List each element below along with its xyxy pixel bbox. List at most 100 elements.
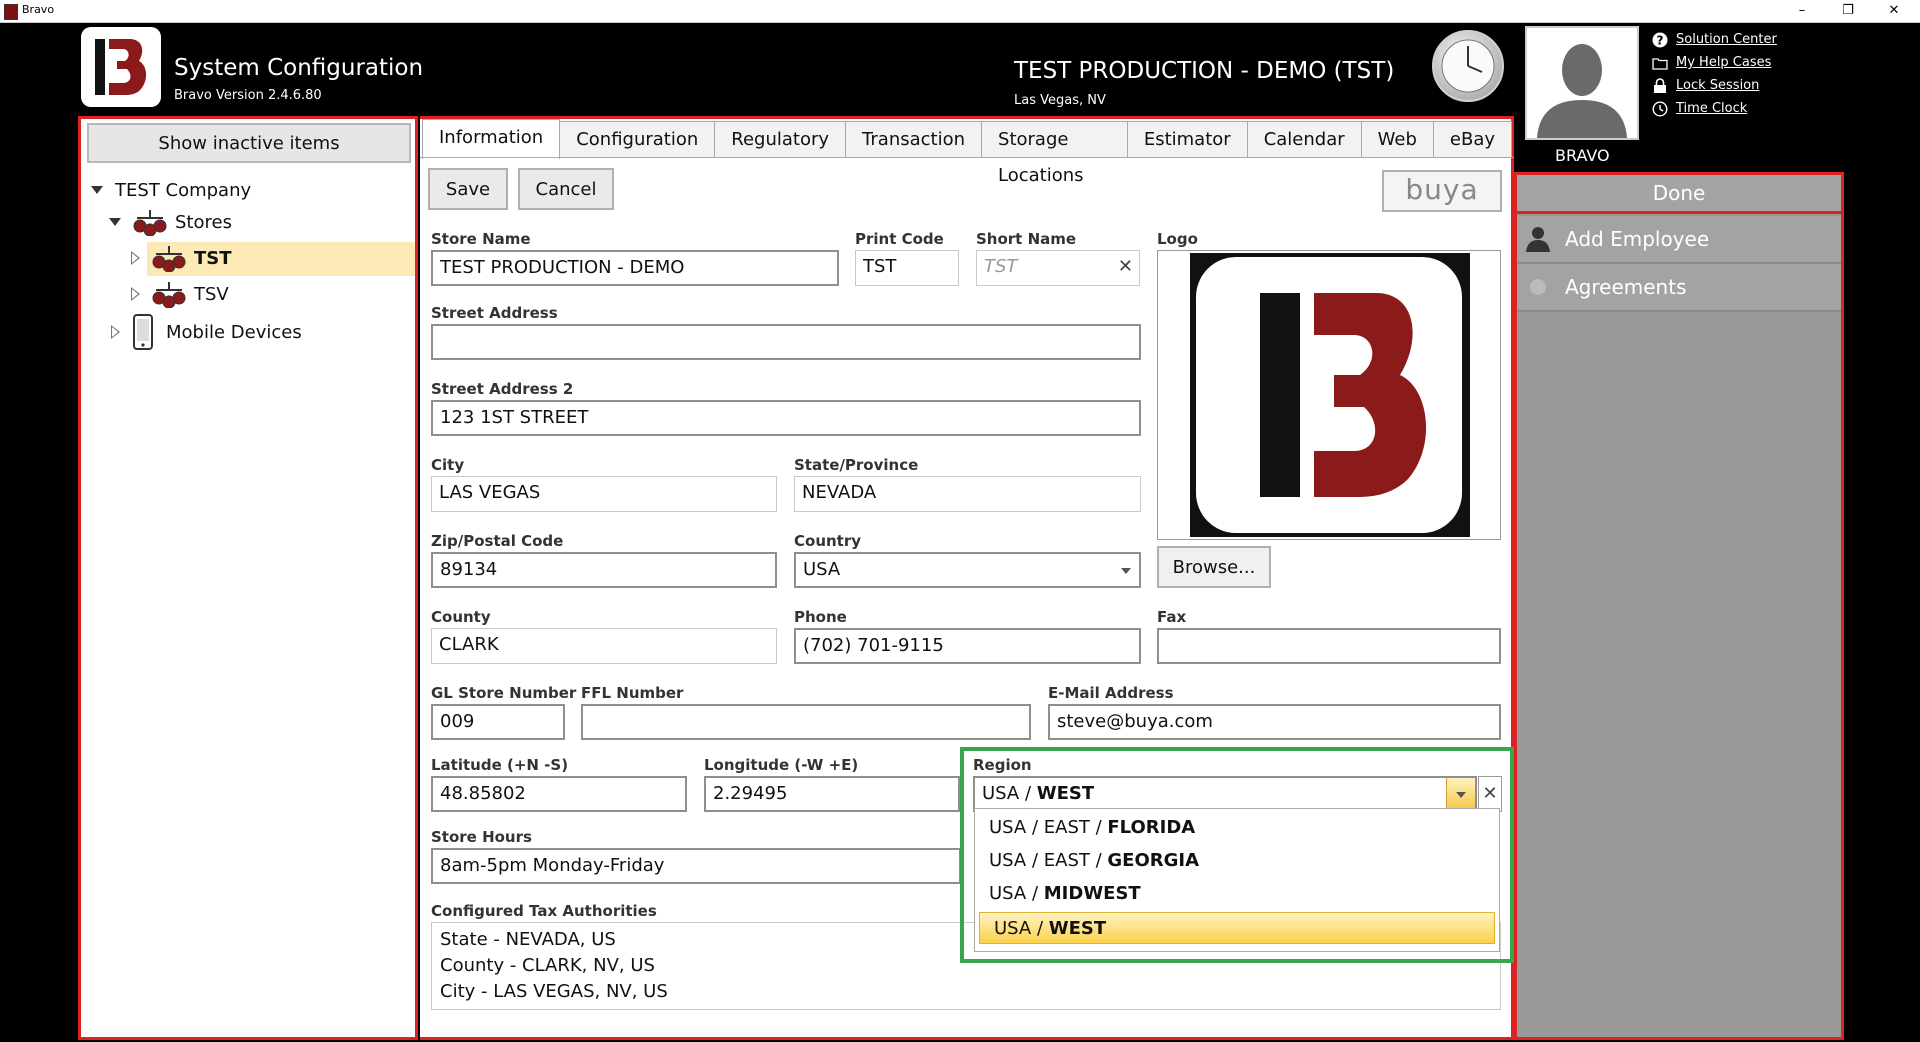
agreements-label: Agreements — [1565, 275, 1687, 299]
latitude-input[interactable]: 48.85802 — [431, 776, 687, 812]
actions-panel: Add Employee Agreements — [1514, 172, 1844, 1040]
agreements-button[interactable]: Agreements — [1517, 264, 1841, 312]
chevron-down-icon[interactable] — [1121, 568, 1131, 574]
zip-input[interactable]: 89134 — [431, 552, 777, 588]
time-clock-link[interactable]: Time Clock — [1652, 97, 1777, 120]
tab-transaction[interactable]: Transaction — [845, 121, 983, 157]
store-tree-panel: Show inactive items TEST Company Stores … — [78, 116, 418, 1040]
zip-label: Zip/Postal Code — [431, 532, 564, 550]
clear-x-icon[interactable]: ✕ — [1118, 251, 1133, 283]
country-label: Country — [794, 532, 862, 550]
expand-down-icon[interactable] — [91, 186, 103, 194]
gl-store-number-input[interactable]: 009 — [431, 704, 565, 740]
latitude-label: Latitude (+N -S) — [431, 756, 569, 774]
ffl-number-input[interactable] — [581, 704, 1031, 740]
bravo-logo-icon — [95, 39, 147, 95]
email-label: E-Mail Address — [1048, 684, 1174, 702]
short-name-input[interactable]: TST ✕ — [976, 250, 1140, 286]
app-title: System Configuration — [174, 55, 424, 81]
tab-bar: Information Configuration Regulatory Tra… — [422, 119, 1512, 186]
solution-center-label: Solution Center — [1676, 32, 1777, 47]
tab-configuration[interactable]: Configuration — [559, 121, 716, 157]
tab-information[interactable]: Information — [422, 119, 561, 159]
restore-button[interactable]: ❐ — [1828, 1, 1868, 21]
pawn-balls-icon — [133, 210, 167, 236]
buya-logo-button[interactable]: buya — [1382, 170, 1502, 212]
state-input[interactable]: NEVADA — [794, 476, 1141, 512]
app-version: Bravo Version 2.4.6.80 — [174, 88, 322, 103]
longitude-label: Longitude (-W +E) — [704, 756, 859, 774]
pawn-balls-icon — [152, 282, 186, 308]
close-button[interactable]: ✕ — [1874, 1, 1914, 21]
bravo-logo-large-icon — [1190, 253, 1470, 537]
clock-icon[interactable] — [1432, 30, 1504, 102]
tree-item-tsv[interactable]: TSV — [131, 278, 229, 310]
street-label: Street Address — [431, 304, 558, 322]
browse-button[interactable]: Browse... — [1157, 546, 1271, 588]
print-code-input[interactable]: TST — [855, 250, 959, 286]
phone-label: Phone — [794, 608, 847, 626]
tab-estimator[interactable]: Estimator — [1126, 121, 1248, 157]
expand-right-icon[interactable] — [131, 287, 140, 301]
lock-icon — [1654, 77, 1666, 93]
street-input[interactable] — [431, 324, 1141, 360]
lock-session-link[interactable]: Lock Session — [1652, 74, 1777, 97]
window-titlebar: Bravo – ❐ ✕ — [0, 0, 1920, 23]
country-select[interactable]: USA — [794, 552, 1141, 588]
email-input[interactable]: steve@buya.com — [1048, 704, 1501, 740]
tab-ebay[interactable]: eBay — [1432, 121, 1512, 157]
fax-label: Fax — [1157, 608, 1187, 626]
save-button[interactable]: Save — [428, 168, 508, 210]
user-avatar[interactable] — [1525, 26, 1639, 140]
help-circle-icon: ? — [1652, 32, 1668, 47]
longitude-input[interactable]: 2.29495 — [704, 776, 960, 812]
county-input[interactable]: CLARK — [431, 628, 777, 664]
street2-label: Street Address 2 — [431, 380, 574, 398]
tab-calendar[interactable]: Calendar — [1246, 121, 1362, 157]
cancel-button[interactable]: Cancel — [518, 168, 614, 210]
city-input[interactable]: LAS VEGAS — [431, 476, 777, 512]
expand-right-icon[interactable] — [131, 251, 140, 265]
tree-item-stores[interactable]: Stores — [109, 206, 232, 238]
store-name-label: Store Name — [431, 230, 531, 248]
short-name-label: Short Name — [976, 230, 1077, 248]
tree-item-company[interactable]: TEST Company — [91, 174, 251, 206]
minimize-button[interactable]: – — [1782, 1, 1822, 21]
tree-item-stores-label: Stores — [175, 211, 232, 233]
city-label: City — [431, 456, 465, 474]
time-clock-label: Time Clock — [1676, 101, 1748, 116]
tab-web[interactable]: Web — [1360, 121, 1434, 157]
tab-storage-locations[interactable]: Storage Locations — [981, 121, 1128, 186]
circle-icon — [1530, 279, 1546, 295]
pawn-balls-icon — [152, 246, 186, 272]
person-icon — [1526, 227, 1550, 252]
done-button[interactable]: Done — [1514, 172, 1844, 214]
show-inactive-button[interactable]: Show inactive items — [87, 123, 411, 163]
help-cases-label: My Help Cases — [1676, 55, 1772, 70]
short-name-placeholder: TST — [984, 256, 1018, 277]
store-name-input[interactable]: TEST PRODUCTION - DEMO — [431, 250, 839, 286]
store-hours-label: Store Hours — [431, 828, 532, 846]
tree-item-mobile[interactable]: Mobile Devices — [111, 314, 302, 350]
logo-label: Logo — [1157, 230, 1198, 248]
fax-input[interactable] — [1157, 628, 1501, 664]
help-cases-link[interactable]: My Help Cases — [1652, 51, 1777, 74]
lock-session-label: Lock Session — [1676, 78, 1760, 93]
expand-right-icon[interactable] — [111, 325, 120, 339]
add-employee-label: Add Employee — [1565, 227, 1710, 251]
street2-input[interactable]: 123 1ST STREET — [431, 400, 1141, 436]
store-location: Las Vegas, NV — [1014, 93, 1106, 108]
window-title: Bravo — [22, 3, 55, 16]
tree-item-company-label: TEST Company — [115, 179, 252, 201]
tree-item-mobile-label: Mobile Devices — [166, 321, 302, 343]
expand-down-icon[interactable] — [109, 218, 121, 226]
solution-center-link[interactable]: ? Solution Center — [1652, 28, 1777, 51]
store-hours-input[interactable]: 8am-5pm Monday-Friday — [431, 848, 961, 884]
add-employee-button[interactable]: Add Employee — [1517, 216, 1841, 264]
gl-store-number-label: GL Store Number — [431, 684, 577, 702]
tree-item-tsv-label: TSV — [194, 283, 229, 305]
tax-authority-item: City - LAS VEGAS, NV, US — [440, 981, 668, 1002]
tree-item-tst[interactable]: TST — [131, 242, 232, 274]
tab-regulatory[interactable]: Regulatory — [714, 121, 847, 157]
phone-input[interactable]: (702) 701-9115 — [794, 628, 1141, 664]
